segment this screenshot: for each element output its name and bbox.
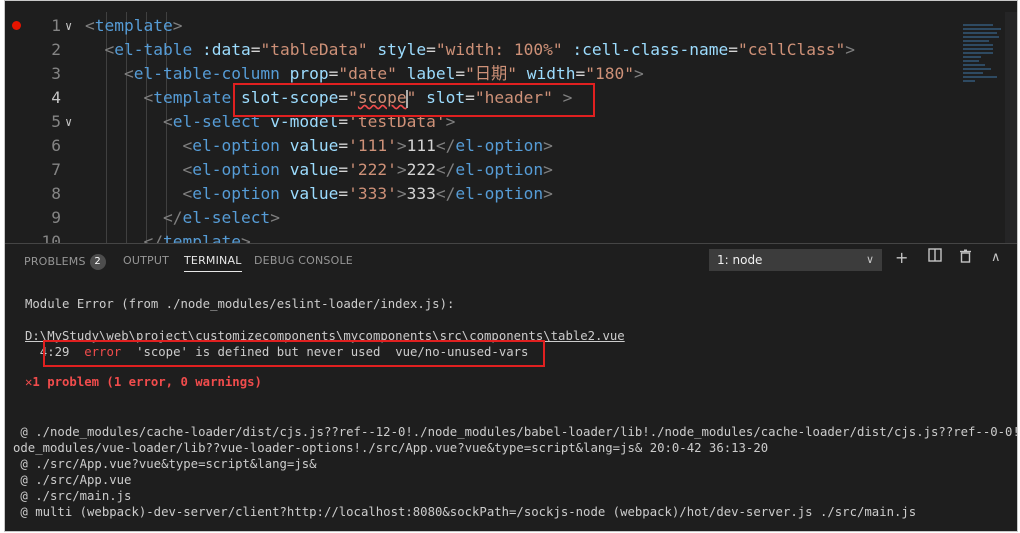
chevron-down-icon: ∨ [865, 253, 874, 266]
code-editor[interactable]: 1 ∨ <template> 2 <el-table :data="tableData… [5, 12, 1017, 243]
line-number: 9 [51, 208, 61, 227]
code-text: <el-option value='222'>222</el-option> [182, 160, 553, 179]
editor-scrollbar[interactable] [1005, 12, 1017, 243]
code-text: </template> [143, 232, 251, 243]
code-line[interactable]: 2 <el-table :data="tableData" style="wid… [5, 38, 1017, 62]
line-number: 5 [51, 112, 61, 131]
tab-problems[interactable]: PROBLEMS 2 [24, 254, 106, 270]
problems-count-badge: 2 [89, 254, 106, 270]
terminal-select[interactable]: 1: node ∨ [709, 249, 882, 271]
code-text: </el-select> [162, 208, 280, 227]
bottom-panel: PROBLEMS 2 OUTPUT TERMINAL DEBUG CONSOLE … [5, 243, 1018, 531]
breadcrumb-items[interactable]: mycomponents›src›components›table2.vue›{… [5, 1, 714, 7]
code-line[interactable]: 9 </el-select> [5, 206, 1017, 230]
tab-output[interactable]: OUTPUT [123, 254, 169, 267]
tab-terminal-label: TERMINAL [184, 254, 242, 267]
code-line[interactable]: 7 <el-option value='222'>222</el-option> [5, 158, 1017, 182]
code-line[interactable]: 1 ∨ <template> [5, 14, 1017, 38]
terminal-select-value: 1: node [717, 253, 763, 267]
code-text: <el-table :data="tableData" style="width… [104, 40, 855, 59]
code-line[interactable]: 10 </template> [5, 230, 1017, 243]
tab-terminal[interactable]: TERMINAL [184, 254, 242, 272]
split-terminal-icon[interactable] [928, 248, 942, 266]
code-line[interactable]: 8 <el-option value='333'>333</el-option> [5, 182, 1017, 206]
tab-problems-label: PROBLEMS [24, 255, 86, 268]
line-number: 10 [41, 232, 62, 243]
highlight-box-error [43, 340, 545, 367]
add-terminal-icon[interactable]: + [895, 248, 908, 267]
chevron-up-icon[interactable]: ∧ [991, 250, 1001, 265]
tab-debug-console-label: DEBUG CONSOLE [254, 254, 353, 267]
code-line[interactable]: 6 <el-option value='111'>111</el-option> [5, 134, 1017, 158]
highlight-box-slot-scope [233, 83, 595, 117]
trace-line: ode_modules/vue-loader/lib??vue-loader-o… [13, 441, 769, 455]
minimap[interactable] [963, 24, 1003, 104]
panel-tabs: PROBLEMS 2 OUTPUT TERMINAL DEBUG CONSOLE … [5, 244, 1017, 277]
code-text: <el-option value='333'>333</el-option> [182, 184, 553, 203]
problem-summary: ✕1 problem (1 error, 0 warnings) [25, 375, 262, 389]
line-number: 3 [51, 64, 61, 83]
line-number: 8 [51, 184, 61, 203]
line-number: 2 [51, 40, 61, 59]
breadcrumb[interactable]: mycomponents›src›components›table2.vue›{… [5, 1, 1017, 12]
line-number: 1 [51, 16, 61, 35]
line-number: 6 [51, 136, 61, 155]
tab-debug-console[interactable]: DEBUG CONSOLE [254, 254, 353, 267]
module-error-line: Module Error (from ./node_modules/eslint… [25, 297, 455, 311]
code-text: <template> [85, 16, 183, 35]
line-number: 4 [51, 88, 61, 107]
trace-line: @ ./src/App.vue [13, 473, 132, 487]
breakpoint-icon[interactable] [12, 21, 21, 30]
line-number: 7 [51, 160, 61, 179]
vscode-window: mycomponents›src›components›table2.vue›{… [4, 0, 1018, 532]
code-text: <el-option value='111'>111</el-option> [182, 136, 553, 155]
fold-chevron-icon[interactable]: ∨ [65, 14, 72, 38]
trace-line: @ multi (webpack)-dev-server/client?http… [13, 505, 917, 519]
tab-output-label: OUTPUT [123, 254, 170, 267]
trace-line: @ ./node_modules/cache-loader/dist/cjs.j… [13, 425, 1018, 439]
trace-line: @ ./src/main.js [13, 489, 132, 503]
trash-icon[interactable] [959, 248, 972, 267]
fold-chevron-icon[interactable]: ∨ [65, 110, 72, 134]
trace-line: @ ./src/App.vue?vue&type=script&lang=js& [13, 457, 317, 471]
